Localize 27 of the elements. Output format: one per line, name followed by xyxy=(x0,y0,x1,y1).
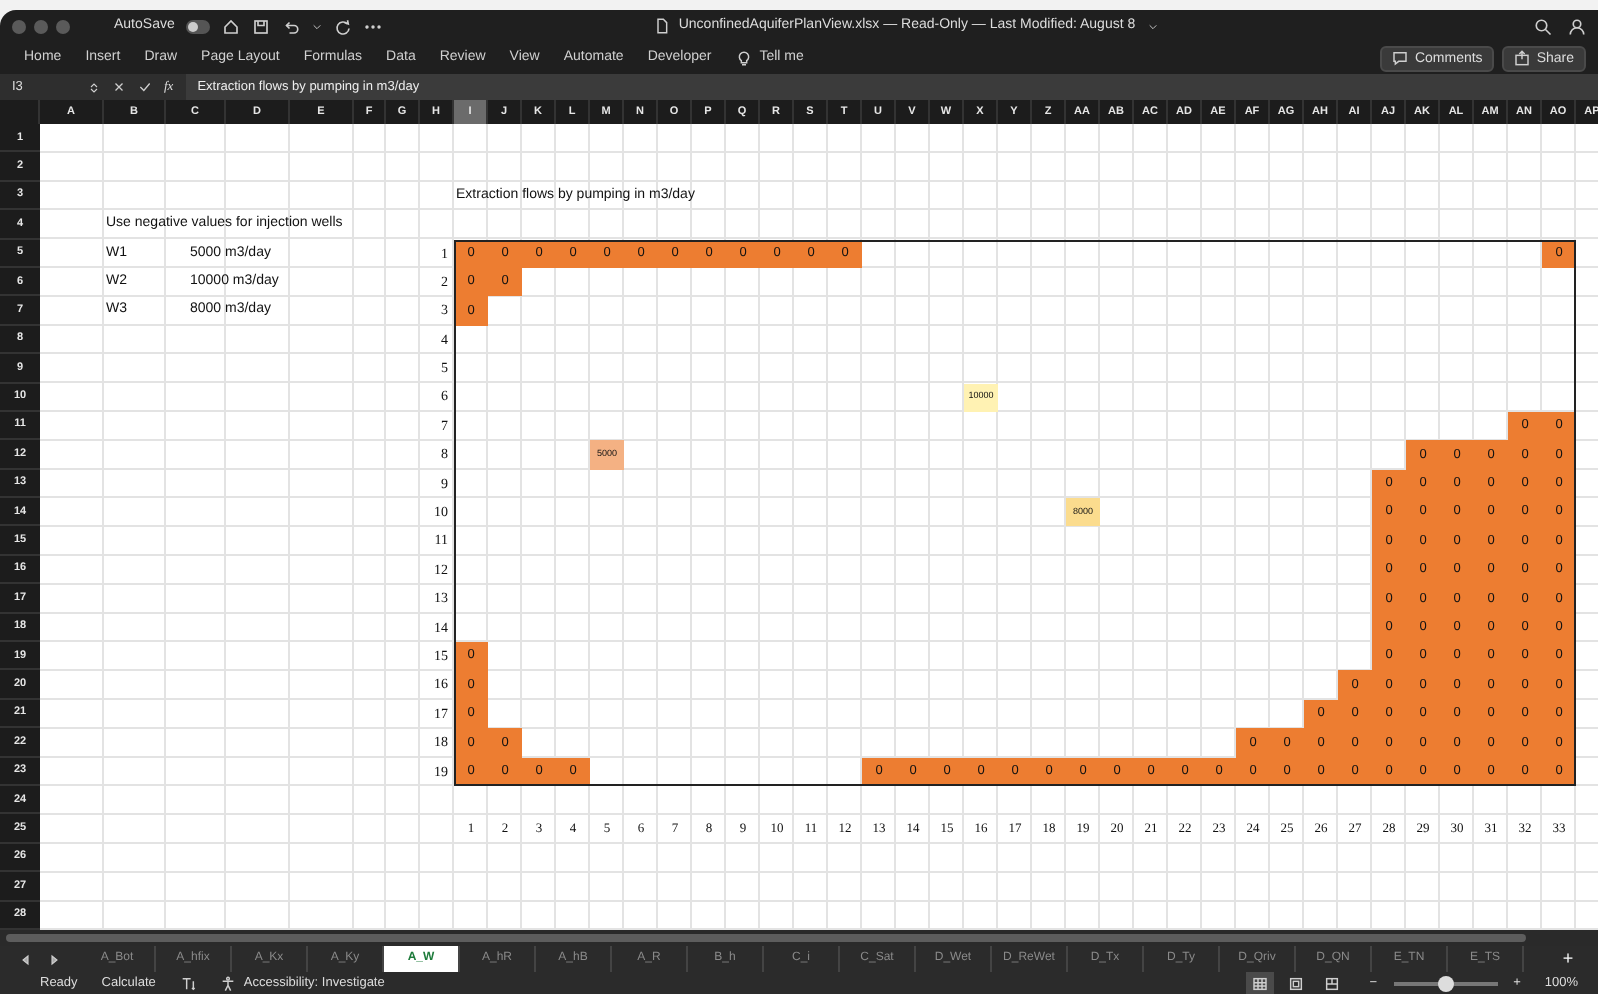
stepper-icon[interactable] xyxy=(88,79,100,95)
lightbulb-icon[interactable] xyxy=(735,50,752,66)
caret-icon[interactable] xyxy=(1147,21,1158,31)
share-icon xyxy=(1514,50,1531,66)
save-icon[interactable] xyxy=(252,17,271,35)
view-button[interactable] xyxy=(1245,972,1274,994)
check-icon[interactable] xyxy=(138,80,152,94)
horizontal-scrollbar[interactable] xyxy=(6,934,1526,942)
normal-view-icon xyxy=(1251,975,1268,991)
undo-icon[interactable] xyxy=(282,17,301,35)
cancel-icon[interactable] xyxy=(112,80,126,94)
slider-thumb[interactable] xyxy=(1437,975,1454,991)
redo-icon[interactable] xyxy=(334,17,353,35)
add-sheet-button[interactable]: + xyxy=(1538,946,1598,972)
search-icon[interactable] xyxy=(1534,17,1552,35)
page-layout-view-icon xyxy=(1287,975,1304,991)
next-sheet-icon[interactable] xyxy=(48,953,60,965)
text-direction-icon[interactable] xyxy=(179,975,196,991)
autosave-toggle[interactable] xyxy=(186,19,211,33)
page-break-view-icon xyxy=(1323,975,1340,991)
previous-sheet-icon[interactable] xyxy=(20,953,32,965)
comment-icon xyxy=(1392,50,1409,66)
person-icon[interactable] xyxy=(1568,17,1586,35)
document-icon xyxy=(654,18,671,34)
home-icon[interactable] xyxy=(222,17,241,35)
accessibility-icon[interactable] xyxy=(219,975,236,991)
caret-icon[interactable] xyxy=(312,21,323,31)
